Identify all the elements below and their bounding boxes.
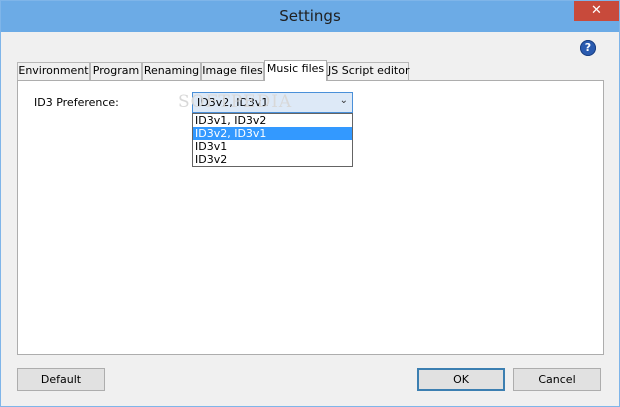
tab-renaming[interactable]: Renaming <box>142 62 201 80</box>
chevron-down-icon[interactable]: ⌄ <box>340 95 348 106</box>
tab-program[interactable]: Program <box>90 62 142 80</box>
default-button[interactable]: Default <box>17 368 105 391</box>
id3-preference-label: ID3 Preference: <box>34 96 119 109</box>
title-bar: Settings ✕ <box>1 1 619 32</box>
close-button[interactable]: ✕ <box>574 1 619 21</box>
ok-button[interactable]: OK <box>417 368 505 391</box>
tab-js-script-editor[interactable]: JS Script editor <box>327 62 410 80</box>
settings-window: Settings ✕ ? Environment Program Renamin… <box>0 0 620 407</box>
dropdown-option-id3v1-id3v2[interactable]: ID3v1, ID3v2 <box>193 114 352 127</box>
help-icon[interactable]: ? <box>580 40 596 56</box>
window-title: Settings <box>279 7 341 25</box>
dropdown-option-id3v2-id3v1[interactable]: ID3v2, ID3v1 <box>193 127 352 140</box>
music-files-panel: SOFTPEDIA ID3 Preference: ID3v2, ID3v1 ⌄… <box>17 80 604 355</box>
dropdown-option-id3v2[interactable]: ID3v2 <box>193 153 352 166</box>
dropdown-option-id3v1[interactable]: ID3v1 <box>193 140 352 153</box>
tab-music-files[interactable]: Music files <box>264 60 327 81</box>
cancel-button[interactable]: Cancel <box>513 368 601 391</box>
id3-preference-dropdown-list: ID3v1, ID3v2 ID3v2, ID3v1 ID3v1 ID3v2 <box>192 113 353 167</box>
tab-image-files[interactable]: Image files <box>201 62 264 80</box>
tab-environment[interactable]: Environment <box>17 62 90 80</box>
watermark: SOFTPEDIA <box>178 92 293 112</box>
